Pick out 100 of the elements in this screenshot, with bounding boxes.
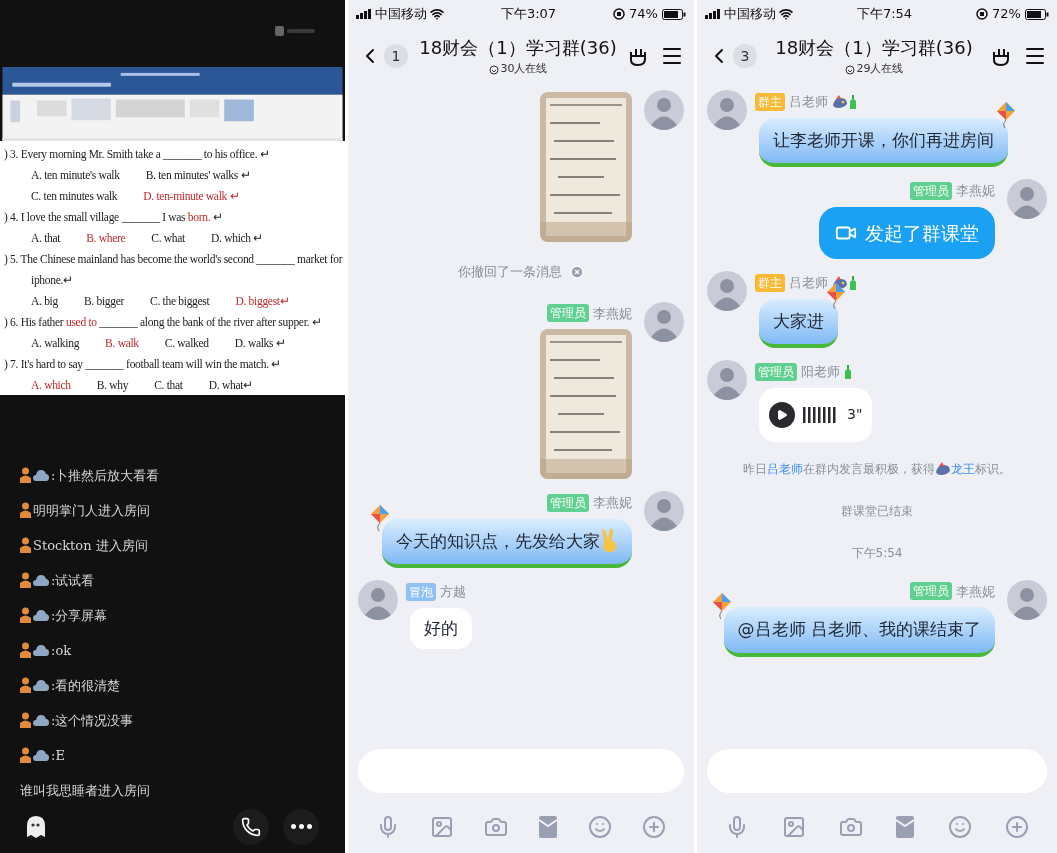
battery-percent: 72% xyxy=(992,5,1021,24)
envelope-icon[interactable] xyxy=(538,815,558,839)
call-button[interactable] xyxy=(233,808,269,845)
exercise-text: A. that xyxy=(31,231,61,247)
chat-line-text: :分享屏幕 xyxy=(51,606,108,625)
exercise-text: A. walking xyxy=(31,336,80,352)
answer-text: A. which xyxy=(31,378,71,394)
carrier-name: 中国移动 xyxy=(724,5,776,24)
smiley-icon[interactable] xyxy=(948,815,973,839)
exercise-text: B. ten minutes' walks ↵ xyxy=(145,168,251,184)
message-text: 让李老师开课，你们再进房间 xyxy=(773,128,994,152)
avatar[interactable] xyxy=(707,90,747,130)
sender-name: 阳老师 xyxy=(801,363,840,381)
sender-name: 李燕妮 xyxy=(593,304,632,323)
online-icon xyxy=(488,64,499,75)
exercise-text: iphone.↵ xyxy=(31,273,73,289)
cloud-icon xyxy=(33,749,49,762)
close-icon[interactable] xyxy=(570,264,584,279)
battery-icon xyxy=(662,8,686,20)
role-badge: 管理员 xyxy=(547,304,589,323)
notice-text: 标识。 xyxy=(975,460,1011,478)
avatar[interactable] xyxy=(644,491,684,531)
camera-icon[interactable] xyxy=(838,815,863,839)
person-icon xyxy=(20,642,31,659)
answer-text: born. xyxy=(187,210,211,226)
chat-line-text: Stockton 进入房间 xyxy=(33,536,148,555)
chat-line-text: :看的很清楚 xyxy=(51,676,121,695)
carrier-name: 中国移动 xyxy=(375,5,427,24)
voice-message[interactable]: 3" xyxy=(759,387,873,442)
person-icon xyxy=(20,677,31,694)
person-icon xyxy=(20,502,31,519)
cloud-icon xyxy=(33,574,49,587)
chat-line-text: 谁叫我思睡者进入房间 xyxy=(20,781,150,800)
avatar[interactable] xyxy=(644,90,684,130)
notice-text: 在群内发言最积极，获得 xyxy=(803,460,935,478)
clock-time: 下午7:54 xyxy=(856,5,913,24)
envelope-icon[interactable] xyxy=(895,815,916,839)
online-count: 29人在线 xyxy=(856,61,904,78)
online-icon xyxy=(844,64,855,75)
exercise-text: C. the biggest xyxy=(150,294,210,310)
kite-icon xyxy=(826,282,846,309)
person-icon xyxy=(20,572,31,589)
sender-name: 李燕妮 xyxy=(956,582,995,601)
play-icon[interactable] xyxy=(769,401,795,428)
avatar[interactable] xyxy=(644,301,684,342)
signal-icon xyxy=(356,9,372,19)
notice-text: 昨日 xyxy=(743,460,767,478)
plus-icon[interactable] xyxy=(642,815,666,839)
answer-text: B. where xyxy=(86,231,126,247)
kite-icon xyxy=(996,101,1016,128)
chat-line-text: 明明掌门人进入房间 xyxy=(33,501,150,520)
role-badge: 群主 xyxy=(755,92,785,111)
exercise-text: ↵ xyxy=(211,210,223,226)
exercise-text: C. that xyxy=(154,378,183,394)
sender-name: 李燕妮 xyxy=(956,182,995,200)
kite-icon xyxy=(370,504,390,531)
chat-title: 18财会（1）学习群(36) xyxy=(775,36,973,61)
chat-line-text: :ok xyxy=(51,641,72,660)
exercise-text: ) 5. The Chinese mainland has become the world's second _______ market for xyxy=(4,252,343,268)
role-badge: 群主 xyxy=(755,273,785,292)
chat-line-text: :E xyxy=(51,746,65,765)
avatar[interactable] xyxy=(1007,179,1047,219)
avatar[interactable] xyxy=(707,360,747,400)
chat-title: 18财会（1）学习群(36) xyxy=(419,36,617,61)
exercise-text: A. big xyxy=(31,294,58,310)
more-button[interactable] xyxy=(283,808,319,845)
exercise-text: D. which ↵ xyxy=(211,231,264,247)
smiley-icon[interactable] xyxy=(588,815,612,839)
cloud-icon xyxy=(33,609,49,622)
chat-line-text: :试试看 xyxy=(51,571,95,590)
message-text: 发起了群课堂 xyxy=(865,220,979,246)
answer-text: D. biggest↵ xyxy=(235,294,290,310)
battery-percent: 74% xyxy=(629,5,658,24)
exercise-text: _______ along the bank of the river after supper. ↵ xyxy=(98,315,322,331)
ghost-icon[interactable] xyxy=(26,814,46,839)
person-icon xyxy=(20,537,31,554)
exercise-text: A. ten minute's walk xyxy=(31,168,120,184)
exercise-text: ) 3. Every morning Mr. Smith take a _______ to his office. ↵ xyxy=(4,147,270,163)
back-button[interactable]: 1 xyxy=(358,44,408,68)
sender-name: 方越 xyxy=(440,583,466,601)
timestamp: 下午5:54 xyxy=(851,544,903,562)
chat-line-text: :这个情况没事 xyxy=(51,711,134,730)
exercise-text: ) 7. It's hard to say _______ football team will win the match. ↵ xyxy=(4,357,282,373)
cloud-icon xyxy=(33,679,49,692)
cloud-icon xyxy=(33,469,49,482)
back-button[interactable]: 3 xyxy=(707,44,757,68)
kite-icon xyxy=(711,593,732,619)
camera-icon[interactable] xyxy=(484,815,508,839)
exercise-text: D. walks ↵ xyxy=(234,336,286,352)
role-badge: 冒泡 xyxy=(406,582,436,601)
exercise-text: ) 6. His father xyxy=(4,315,65,331)
exercise-text: B. bigger xyxy=(83,294,125,310)
image-icon[interactable] xyxy=(430,815,454,839)
avatar[interactable] xyxy=(358,580,398,620)
answer-text: B. walk xyxy=(105,336,139,352)
image-icon[interactable] xyxy=(781,815,806,839)
plus-icon[interactable] xyxy=(1005,815,1029,839)
avatar[interactable] xyxy=(707,271,747,311)
exercise-text: C. walked xyxy=(164,336,209,352)
avatar[interactable] xyxy=(1007,579,1047,620)
